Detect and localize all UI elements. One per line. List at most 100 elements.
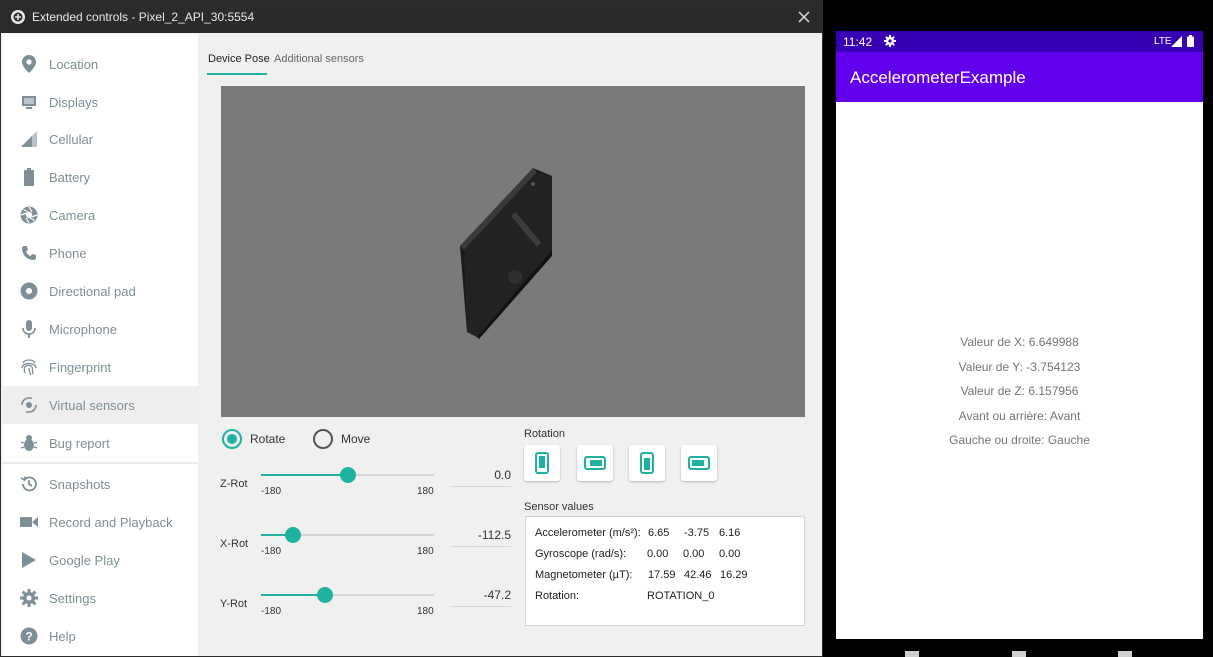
title-bar[interactable]: Extended controls - Pixel_2_API_30:5554 [1,1,822,33]
slider-max-label: 180 [417,606,434,617]
sensor-value: 6.16 [719,527,741,539]
camera-aperture-icon [20,206,38,224]
location-pin-icon [20,55,38,73]
rotate-reverse-portrait-button[interactable] [629,445,665,481]
rotate-device-icon [20,396,38,414]
slider-value-field[interactable]: 0.0 [451,468,511,487]
move-radio[interactable]: Move [313,429,370,449]
sidebar-item-displays[interactable]: Displays [3,83,198,121]
dpad-icon [20,282,38,300]
help-icon: ? [20,627,38,645]
sidebar-item-snapshots[interactable]: Snapshots [3,465,198,503]
bug-icon [20,434,38,452]
play-store-icon [20,551,38,569]
z-value-text: Valeur de Z: 6.157956 [960,384,1079,398]
sidebar-item-battery[interactable]: Battery [3,158,198,196]
sidebar-item-label: Virtual sensors [49,397,135,413]
rotate-portrait-button[interactable] [524,445,560,481]
x-value-text: Valeur de X: 6.649988 [960,335,1079,349]
sidebar-item-label: Phone [49,245,87,261]
app-title: AccelerometerExample [850,68,1026,87]
home-nav-hint[interactable] [1012,651,1026,657]
radio-unselected-indicator [313,429,333,449]
sidebar-item-google-play[interactable]: Google Play [3,541,198,579]
slider-label: X-Rot [220,538,249,550]
rotate-landscape-button[interactable] [577,445,613,481]
sidebar-item-label: Settings [49,590,96,606]
rotate-radio[interactable]: Rotate [222,429,285,449]
sidebar-item-settings[interactable]: Settings [3,579,198,617]
sensor-value: 16.29 [720,569,748,581]
slider-track[interactable] [261,587,434,603]
sidebar-item-label: Bug report [49,435,110,451]
active-tab-indicator [207,73,267,75]
app-content: Valeur de X: 6.649988 Valeur de Y: -3.75… [836,102,1203,639]
sidebar-item-cellular[interactable]: Cellular [3,120,198,158]
sidebar-item-help[interactable]: ? Help [3,617,198,655]
network-type: LTE [1154,36,1172,47]
sensor-value: ROTATION_0 [647,590,715,602]
slider-label: Z-Rot [220,478,248,490]
recents-nav-hint[interactable] [1118,651,1132,657]
back-nav-hint[interactable] [905,651,919,657]
slider-min-label: -180 [261,546,282,557]
sidebar-item-label: Fingerprint [49,359,112,375]
slider-min-label: -180 [261,606,282,617]
tab-additional-sensors[interactable]: Additional sensors [274,53,364,65]
slider-value-field[interactable]: -47.2 [451,588,511,607]
portrait-icon [535,452,549,474]
sidebar-item-label: Help [49,628,76,644]
microphone-icon [20,320,38,338]
video-record-icon [20,513,38,531]
sensor-value: 0.00 [683,548,705,560]
slider-thumb[interactable] [316,587,333,603]
sidebar-item-microphone[interactable]: Microphone [3,310,198,348]
sensor-name: Rotation: [535,590,580,602]
sensor-value: 0.00 [647,548,669,560]
close-icon[interactable] [792,5,816,29]
move-label: Move [341,432,371,446]
sidebar-divider [3,462,198,464]
virtual-sensors-panel: Device Pose Additional sensors Rotate Mo… [198,34,821,656]
slider-fill [261,594,325,596]
rotate-reverse-landscape-button[interactable] [681,445,717,481]
svg-text:?: ? [25,630,32,644]
sidebar-item-bug-report[interactable]: Bug report [3,424,198,462]
history-icon [20,475,38,493]
tab-device-pose[interactable]: Device Pose [208,53,270,65]
slider-track[interactable] [261,527,434,543]
sidebar-item-directional-pad[interactable]: Directional pad [3,272,198,310]
sidebar-item-virtual-sensors[interactable]: Virtual sensors [3,386,198,424]
sidebar-item-label: Snapshots [49,476,111,492]
sensor-value: 6.65 [648,527,670,539]
sidebar-item-camera[interactable]: Camera [3,196,198,234]
slider-track[interactable] [261,467,434,483]
display-icon [20,93,38,111]
sidebar-item-label: Directional pad [49,283,136,299]
signal-icon [1171,36,1182,50]
left-right-text: Gauche ou droite: Gauche [949,433,1090,447]
device-3d-model [460,168,552,339]
sidebar-item-label: Google Play [49,552,120,568]
slider-thumb[interactable] [339,467,356,483]
reverse-portrait-icon [640,452,654,474]
landscape-icon [584,456,606,470]
sidebar-item-phone[interactable]: Phone [3,234,198,272]
fingerprint-icon [20,358,38,376]
rotate-label: Rotate [250,432,286,446]
device-3d-viewport[interactable] [221,86,805,417]
slider-thumb[interactable] [285,527,302,543]
slider-fill [261,474,348,476]
slider-value-field[interactable]: -112.5 [451,528,511,547]
android-status-bar: 11:42 LTE [836,31,1203,52]
slider-label: Y-Rot [220,598,248,610]
y-value-text: Valeur de Y: -3.754123 [958,360,1081,374]
slider-min-label: -180 [261,486,282,497]
gear-icon [884,35,896,50]
sensor-value: -3.75 [684,527,710,539]
sidebar-item-record-and-playback[interactable]: Record and Playback [3,503,198,541]
sidebar: Location Displays Cellular Battery Camer… [3,34,198,656]
radio-selected-indicator [222,429,242,449]
sidebar-item-location[interactable]: Location [3,45,198,83]
sidebar-item-fingerprint[interactable]: Fingerprint [3,348,198,386]
